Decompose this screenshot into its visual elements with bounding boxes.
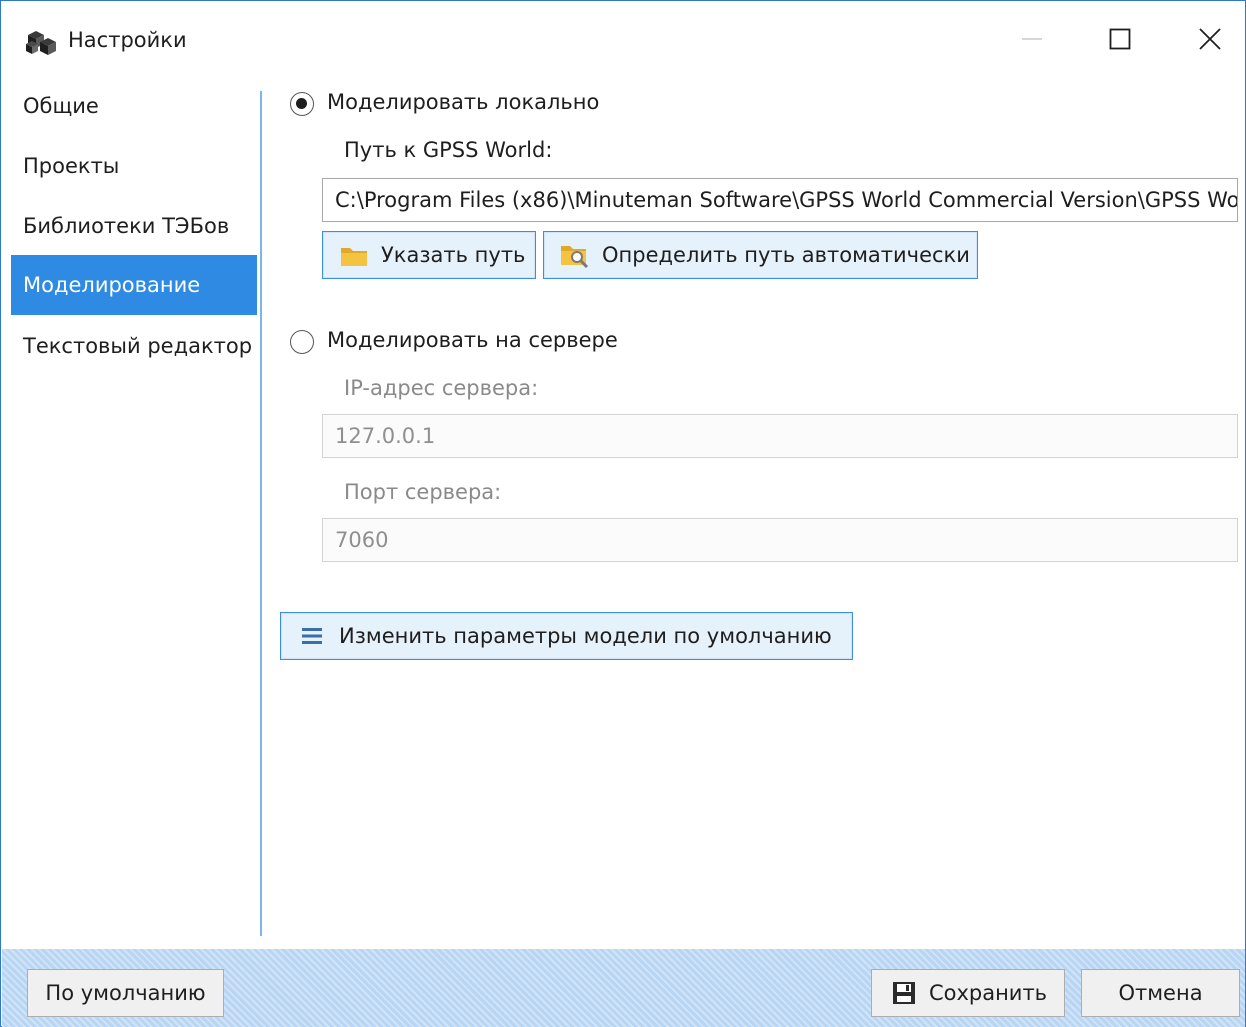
sidebar-item-label: Общие bbox=[23, 94, 99, 118]
minimize-button[interactable] bbox=[1001, 19, 1063, 63]
sidebar-item-modeling[interactable]: Моделирование bbox=[11, 255, 257, 315]
sidebar-item-label: Проекты bbox=[23, 154, 120, 178]
title-bar[interactable]: Настройки bbox=[1, 1, 1245, 81]
server-ip-label: IP-адрес сервера: bbox=[344, 376, 539, 400]
browse-path-button[interactable]: Указать путь bbox=[322, 231, 536, 279]
browse-path-label: Указать путь bbox=[381, 243, 526, 267]
cancel-button[interactable]: Отмена bbox=[1081, 969, 1240, 1017]
settings-sidebar: Общие Проекты Библиотеки ТЭБов Моделиров… bbox=[11, 76, 261, 936]
auto-detect-path-label: Определить путь автоматически bbox=[602, 243, 970, 267]
cancel-label: Отмена bbox=[1118, 981, 1203, 1005]
sidebar-item-libraries[interactable]: Библиотеки ТЭБов bbox=[11, 197, 257, 255]
sidebar-item-projects[interactable]: Проекты bbox=[11, 137, 257, 195]
server-radio[interactable] bbox=[290, 330, 314, 354]
auto-detect-path-button[interactable]: Определить путь автоматически bbox=[543, 231, 978, 279]
reset-defaults-label: По умолчанию bbox=[45, 981, 206, 1005]
sidebar-item-label: Текстовый редактор bbox=[23, 334, 253, 358]
settings-window: Настройки Общие Проекты Библиотеки ТЭБов bbox=[0, 0, 1246, 1027]
sidebar-item-text-editor[interactable]: Текстовый редактор bbox=[11, 317, 257, 375]
folder-icon bbox=[339, 242, 369, 268]
reset-defaults-button[interactable]: По умолчанию bbox=[27, 969, 224, 1017]
local-radio-label[interactable]: Моделировать локально bbox=[327, 90, 599, 114]
maximize-icon bbox=[1109, 28, 1131, 55]
dialog-footer: По умолчанию Сохранить Отмена bbox=[2, 949, 1245, 1027]
server-port-label: Порт сервера: bbox=[344, 480, 502, 504]
sidebar-divider bbox=[260, 91, 262, 936]
app-cubes-icon bbox=[26, 29, 58, 57]
server-radio-label[interactable]: Моделировать на сервере bbox=[327, 328, 618, 352]
save-icon bbox=[889, 980, 919, 1006]
save-label: Сохранить bbox=[928, 981, 1048, 1005]
server-port-input[interactable]: 7060 bbox=[322, 518, 1238, 562]
menu-icon bbox=[297, 623, 327, 649]
minimize-icon bbox=[1021, 28, 1043, 55]
sidebar-item-label: Библиотеки ТЭБов bbox=[23, 214, 230, 238]
close-button[interactable] bbox=[1179, 19, 1241, 63]
close-icon bbox=[1198, 27, 1222, 56]
edit-model-defaults-label: Изменить параметры модели по умолчанию bbox=[339, 624, 832, 648]
maximize-button[interactable] bbox=[1089, 19, 1151, 63]
window-title: Настройки bbox=[68, 28, 187, 52]
gpss-path-input[interactable]: C:\Program Files (x86)\Minuteman Softwar… bbox=[322, 178, 1238, 222]
save-button[interactable]: Сохранить bbox=[871, 969, 1065, 1017]
sidebar-item-general[interactable]: Общие bbox=[11, 77, 257, 135]
edit-model-defaults-button[interactable]: Изменить параметры модели по умолчанию bbox=[280, 612, 853, 660]
server-ip-input[interactable]: 127.0.0.1 bbox=[322, 414, 1238, 458]
sidebar-item-label: Моделирование bbox=[23, 273, 201, 297]
folder-search-icon bbox=[560, 242, 590, 268]
gpss-path-label: Путь к GPSS World: bbox=[344, 138, 553, 162]
local-radio[interactable] bbox=[290, 92, 314, 116]
